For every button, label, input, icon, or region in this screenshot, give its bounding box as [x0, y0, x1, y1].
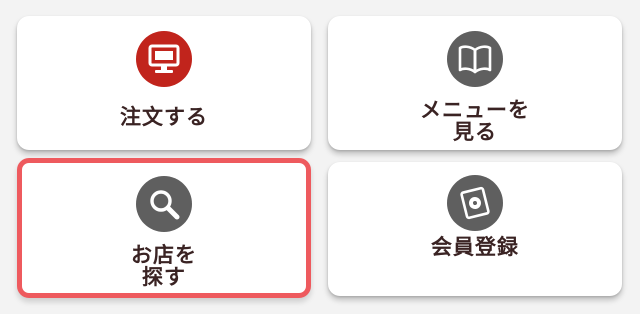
find-shop-label-line1: お店を [131, 243, 197, 267]
book-icon [447, 31, 503, 87]
member-register-label: 会員登録 [431, 235, 519, 259]
view-menu-label-line2: 見る [453, 120, 497, 144]
find-shop-button[interactable]: お店を 探す [17, 158, 311, 298]
view-menu-label: メニューを 見る [328, 99, 622, 143]
member-register-button[interactable]: 会員登録 [328, 162, 622, 296]
view-menu-label-line1: メニューを [420, 98, 530, 122]
find-shop-label-line2: 探す [142, 265, 186, 289]
order-label: 注文する [120, 105, 208, 129]
order-button[interactable]: 注文する [17, 16, 311, 150]
find-shop-label: お店を 探す [22, 244, 306, 288]
search-icon [136, 176, 192, 232]
monitor-icon [136, 31, 192, 87]
view-menu-button[interactable]: メニューを 見る [328, 16, 622, 150]
menu-grid: 注文する メニューを 見る お店を 探す 会員登録 [0, 0, 640, 314]
card-icon [447, 175, 503, 231]
